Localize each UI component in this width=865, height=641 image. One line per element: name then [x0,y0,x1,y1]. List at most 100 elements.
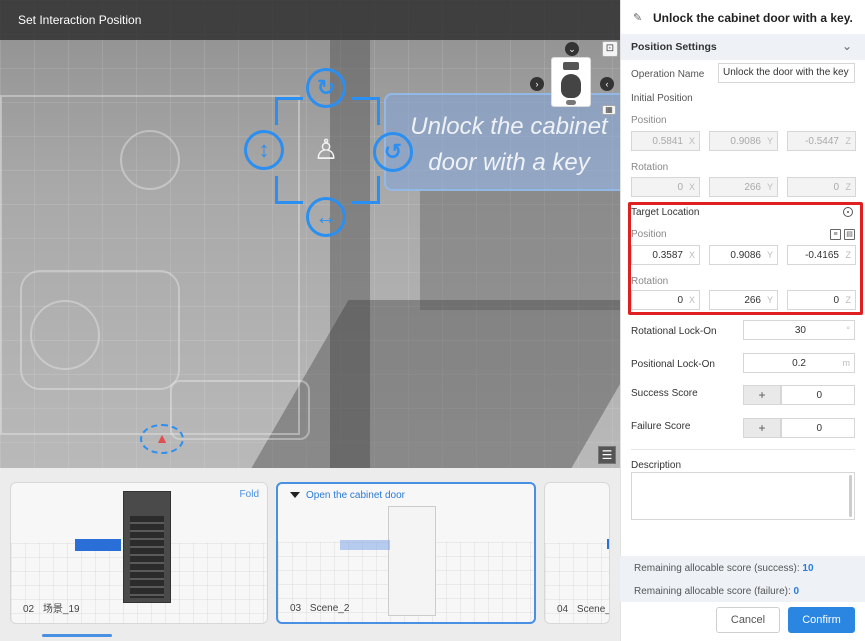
rotational-lockon-label: Rotational Lock-On [631,326,717,337]
initial-position-z: -0.5447 Z [787,131,856,151]
scene-card[interactable]: 04 Scene_3 [544,482,610,624]
locate-target-icon[interactable] [843,207,853,217]
success-score-label: Success Score [631,388,698,399]
initial-rotation-z: 0Z [787,177,856,197]
scene-strip-scrollbar[interactable] [42,634,112,637]
scene-card-active[interactable]: Open the cabinet door 03 Scene_2 [276,482,536,624]
failure-score-input[interactable]: 0 [781,418,855,438]
target-rotation-y[interactable]: 266 Y [709,290,778,310]
initial-rotation-x: 0X [631,177,700,197]
gizmo-frame-corner [275,176,303,204]
position-settings-header[interactable]: Position Settings ⌄ [621,34,865,60]
remaining-failure-line: Remaining allocable score (failure): 0 [634,586,800,597]
target-position-y[interactable]: 0.9086 Y [709,245,778,265]
divider [631,449,855,450]
gizmo-frame-corner [352,176,380,204]
chevron-down-icon[interactable]: ⌄ [842,39,852,53]
avatar-preview-card[interactable] [551,57,591,107]
position-label: Position [631,229,667,240]
head-front-icon [561,74,581,98]
scene-caption: 04 Scene_3 [557,604,609,615]
operation-name-input[interactable]: Unlock the door with the key [718,63,855,83]
scene-caption: 03 Scene_2 [290,603,355,614]
success-score-input[interactable]: 0 [781,385,855,405]
rotational-lockon-input[interactable]: 30 ° [743,320,855,340]
copy-icon[interactable]: ≡ [830,229,841,240]
viewport-header: Set Interaction Position [0,0,620,40]
target-position-x[interactable]: 0.3587 X [631,245,700,265]
fold-link[interactable]: Fold [240,489,259,500]
initial-position-label: Initial Position [631,93,693,104]
target-location-label: Target Location [631,207,700,218]
description-scrollbar[interactable] [849,475,852,517]
pencil-icon[interactable]: ✎ [633,11,642,24]
failure-score-label: Failure Score [631,421,691,432]
scene-marker-label [607,539,609,549]
scene-marker-label [75,539,121,551]
panel-title: Unlock the cabinet door with a key. [653,11,853,25]
scene-index: 03 [290,603,302,614]
list-icon[interactable]: ☰ [598,446,616,464]
description-textarea[interactable] [631,472,855,520]
cabinet-motor [30,300,100,370]
grid-toggle-icon[interactable]: ▦ [602,105,616,115]
cancel-button[interactable]: Cancel [716,607,780,633]
viewport-title: Set Interaction Position [18,13,142,27]
3d-viewport[interactable]: Set Interaction Position Unlock the cabi… [0,0,620,468]
section-title: Position Settings [631,41,717,53]
cabinet-thumbnail [123,491,171,603]
scene-name: 场景_19 [42,604,80,615]
panel-title-row: ✎ Unlock the cabinet door with a key. [621,0,865,34]
remaining-failure-value: 0 [793,586,800,597]
rotate-right-handle-icon[interactable]: ↺ [373,132,413,172]
ground-anchor-icon[interactable]: ▲ [140,424,184,454]
cabinet-motor-base [170,380,310,440]
remaining-success-line: Remaining allocable score (success): 10 [634,563,814,574]
gizmo-frame-corner [352,97,380,125]
rotation-label: Rotation [631,276,669,287]
scene-card[interactable]: Fold 02 场景_19 [10,482,268,624]
target-position-z[interactable]: -0.4165 Z [787,245,856,265]
initial-rotation-y: 266 Y [709,177,778,197]
floating-step-label: Unlock the cabinet door with a key [384,93,620,191]
caret-down-icon [290,492,300,499]
rotation-label: Rotation [631,162,669,173]
target-rotation-z[interactable]: 0Z [787,290,856,310]
move-bottom-handle-icon[interactable]: ↔ [306,197,346,237]
rotate-left-handle-icon[interactable]: ↕ [244,130,284,170]
hand-grab-icon: ♙ [313,134,339,165]
cabinet-thumbnail [388,506,436,616]
scene-index: 04 [557,604,569,615]
scene-caption: 02 场景_19 [23,600,86,615]
scene-index: 02 [23,604,35,615]
target-rotation-x[interactable]: 0X [631,290,700,310]
cabinet-shelves [130,516,164,598]
rotate-top-handle-icon[interactable]: ↻ [306,68,346,108]
description-label: Description [631,460,682,471]
operation-name-label: Operation Name [631,69,705,80]
positional-lockon-input[interactable]: 0.2 m [743,353,855,373]
initial-position-y: 0.9086 Y [709,131,778,151]
success-score-plus-button[interactable]: + [743,385,781,405]
chevron-left-icon[interactable]: ‹ [600,77,614,91]
position-label: Position [631,115,667,126]
scene-name: Scene_3 [576,604,609,615]
paste-icon[interactable]: ▤ [844,229,855,240]
head-top-icon [563,62,579,70]
scene-name: Scene_2 [309,603,350,614]
camera-icon[interactable]: ⊡ [602,41,618,57]
head-bottom-icon [566,100,576,105]
confirm-button[interactable]: Confirm [788,607,855,633]
active-step-tag[interactable]: Open the cabinet door [290,490,405,501]
chevron-down-icon[interactable]: ⌄ [565,42,579,56]
floor-shadow [420,190,620,310]
positional-lockon-label: Positional Lock-On [631,359,715,370]
cabinet-knob [120,130,180,190]
remaining-score-info: Remaining allocable score (success): 10 … [620,556,865,602]
chevron-right-icon[interactable]: › [530,77,544,91]
failure-score-plus-button[interactable]: + [743,418,781,438]
remaining-success-value: 10 [802,563,814,574]
gizmo-frame-corner [275,97,303,125]
active-step-label: Open the cabinet door [306,490,405,501]
scene-marker-label [340,540,390,550]
